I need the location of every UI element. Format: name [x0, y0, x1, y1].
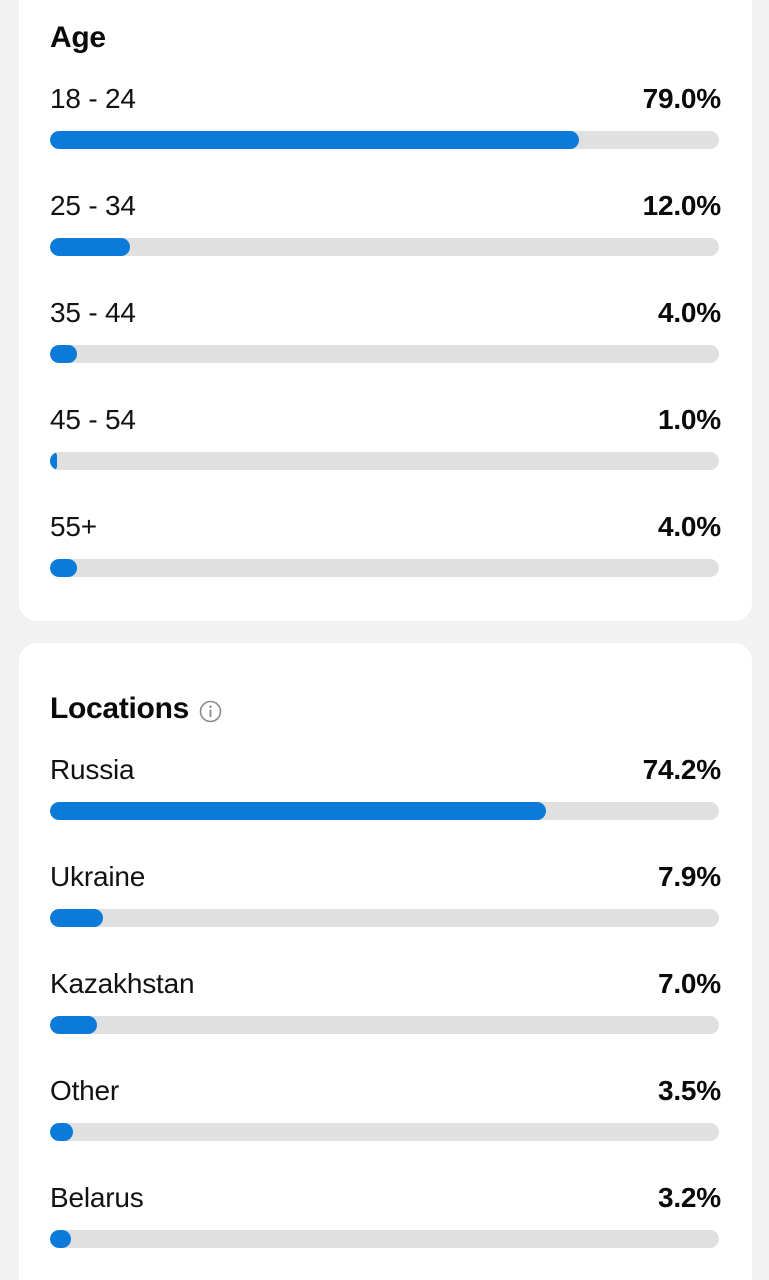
- analytics-audience-page: Age 18 - 24 79.0% 25 - 34 12.0% 35 - 44 4.0% 4…: [0, 0, 769, 1280]
- location-row-progress-track: [50, 909, 719, 927]
- location-row: Kazakhstan 7.0%: [50, 963, 721, 1070]
- age-row-value: 4.0%: [657, 511, 721, 542]
- location-row-progress-fill: [50, 1016, 97, 1034]
- locations-rows-list: Russia 74.2% Ukraine 7.9% Kazakhstan 7.0% Othe…: [50, 749, 721, 1280]
- age-row-progress-track: [50, 238, 719, 256]
- location-row: Other 3.5%: [50, 1070, 721, 1177]
- location-row-progress-track: [50, 1016, 719, 1034]
- location-row-progress-track: [50, 1123, 719, 1141]
- age-section-title: Age: [50, 21, 106, 54]
- locations-title-row: Locations: [50, 694, 721, 724]
- age-rows-list: 18 - 24 79.0% 25 - 34 12.0% 35 - 44 4.0% 45 - …: [50, 78, 721, 613]
- location-row-progress-fill: [50, 909, 103, 927]
- age-card: Age 18 - 24 79.0% 25 - 34 12.0% 35 - 44 4.0% 4…: [19, 0, 752, 621]
- age-row-label: 25 - 34: [50, 190, 136, 221]
- age-row-progress-fill: [50, 559, 77, 577]
- age-row-header: 55+ 4.0%: [50, 506, 721, 548]
- age-row: 35 - 44 4.0%: [50, 292, 721, 399]
- location-row-header: Belarus 3.2%: [50, 1177, 721, 1219]
- age-row-value: 1.0%: [657, 404, 721, 435]
- location-row-progress-fill: [50, 1230, 72, 1248]
- location-row: Ukraine 7.9%: [50, 856, 721, 963]
- location-row-progress-track: [50, 1230, 719, 1248]
- age-row-header: 25 - 34 12.0%: [50, 185, 721, 227]
- location-row-progress-fill: [50, 802, 547, 820]
- age-row: 45 - 54 1.0%: [50, 399, 721, 506]
- location-row-value: 3.2%: [657, 1182, 721, 1213]
- location-row-header: Other 3.5%: [50, 1070, 721, 1112]
- locations-section-title: Locations: [50, 692, 189, 725]
- location-row-value: 7.0%: [657, 968, 721, 999]
- age-row-progress-track: [50, 559, 719, 577]
- age-row-progress-fill: [50, 131, 579, 149]
- age-row-label: 55+: [50, 511, 97, 542]
- age-row-header: 18 - 24 79.0%: [50, 78, 721, 120]
- age-row: 18 - 24 79.0%: [50, 78, 721, 185]
- location-row-label: Belarus: [50, 1182, 144, 1213]
- age-row-progress-fill: [50, 452, 57, 470]
- location-row-label: Kazakhstan: [50, 968, 195, 999]
- location-row-progress-fill: [50, 1123, 74, 1141]
- locations-card: Locations Russia 74.2% Ukraine 7.9% Kazakhst…: [19, 643, 752, 1280]
- location-row-header: Russia 74.2%: [50, 749, 721, 791]
- age-row-progress-track: [50, 452, 719, 470]
- age-row: 25 - 34 12.0%: [50, 185, 721, 292]
- location-row-header: Ukraine 7.9%: [50, 856, 721, 898]
- age-row-label: 35 - 44: [50, 297, 136, 328]
- age-row-value: 12.0%: [642, 190, 722, 221]
- location-row: Russia 74.2%: [50, 749, 721, 856]
- location-row: Belarus 3.2%: [50, 1177, 721, 1280]
- age-row-header: 35 - 44 4.0%: [50, 292, 721, 334]
- info-circle-icon[interactable]: [199, 700, 222, 723]
- location-row-label: Russia: [50, 754, 135, 785]
- location-row-label: Other: [50, 1075, 120, 1106]
- age-row: 55+ 4.0%: [50, 506, 721, 613]
- age-row-progress-fill: [50, 238, 131, 256]
- location-row-label: Ukraine: [50, 861, 146, 892]
- age-row-label: 45 - 54: [50, 404, 136, 435]
- location-row-value: 74.2%: [642, 754, 722, 785]
- age-row-label: 18 - 24: [50, 83, 136, 114]
- age-title-row: Age: [50, 23, 721, 53]
- age-row-progress-track: [50, 131, 719, 149]
- location-row-value: 7.9%: [657, 861, 721, 892]
- location-row-progress-track: [50, 802, 719, 820]
- age-row-value: 79.0%: [642, 83, 722, 114]
- location-row-header: Kazakhstan 7.0%: [50, 963, 721, 1005]
- age-row-progress-track: [50, 345, 719, 363]
- location-row-value: 3.5%: [657, 1075, 721, 1106]
- age-row-progress-fill: [50, 345, 77, 363]
- age-row-header: 45 - 54 1.0%: [50, 399, 721, 441]
- age-row-value: 4.0%: [657, 297, 721, 328]
